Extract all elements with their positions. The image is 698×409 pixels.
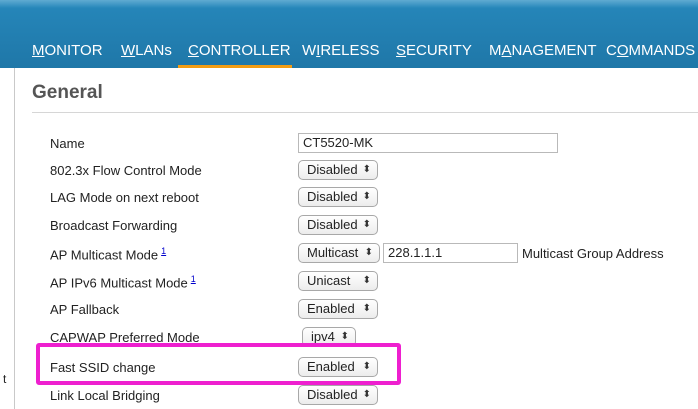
nav-wlans-accesskey: W — [121, 42, 136, 59]
multicast-group-address-label: Multicast Group Address — [522, 246, 664, 261]
nav-wireless[interactable]: WIRELESS — [302, 42, 380, 59]
title-divider — [32, 112, 698, 113]
lag-mode-select[interactable]: Disabled ⬍ — [298, 187, 378, 207]
broadcast-forwarding-value: Disabled — [307, 217, 358, 232]
nav-security-text: ECURITY — [406, 42, 472, 59]
nav-wlans-text: LANs — [135, 42, 172, 59]
select-arrows-icon: ⬍ — [362, 164, 371, 175]
nav-controller-accesskey: C — [188, 42, 199, 59]
nav-security[interactable]: SECURITY — [396, 42, 472, 59]
link-local-bridging-select[interactable]: Disabled ⬍ — [298, 385, 378, 405]
nav-wlans[interactable]: WLANs — [121, 42, 172, 59]
select-arrows-icon: ⬍ — [362, 219, 371, 230]
nav-commands[interactable]: COMMANDS — [606, 42, 695, 59]
nav-monitor-text: ONITOR — [44, 42, 103, 59]
fast-ssid-highlight-box — [36, 343, 401, 385]
nav-security-accesskey: S — [396, 42, 407, 59]
select-arrows-icon: ⬍ — [362, 275, 371, 286]
link-local-bridging-label-text: Link Local Bridging — [50, 388, 160, 403]
ap-ipv6-multicast-mode-select[interactable]: Unicast ⬍ — [298, 271, 378, 291]
ap-ipv6-multicast-mode-label: AP IPv6 Multicast Mode 1 — [50, 274, 196, 290]
footnote-link[interactable]: 1 — [191, 274, 196, 284]
broadcast-forwarding-select[interactable]: Disabled ⬍ — [298, 215, 378, 235]
nav-management[interactable]: MANAGEMENT — [489, 42, 597, 59]
top-navigation-bar: MONITOR WLANs CONTROLLER WIRELESS SECURI… — [0, 0, 698, 68]
select-arrows-icon: ⬍ — [364, 247, 373, 258]
lag-mode-label: LAG Mode on next reboot — [50, 190, 199, 205]
broadcast-forwarding-label-text: Broadcast Forwarding — [50, 218, 178, 233]
link-local-bridging-value: Disabled — [307, 387, 358, 402]
ap-fallback-label: AP Fallback — [50, 302, 119, 317]
name-label-text: Name — [50, 136, 85, 151]
flow-control-label: 802.3x Flow Control Mode — [50, 163, 202, 178]
nav-commands-text: MMANDS — [628, 42, 696, 59]
ap-multicast-mode-select[interactable]: Multicast ⬍ — [298, 243, 380, 263]
multicast-group-address-input[interactable]: 228.1.1.1 — [383, 243, 518, 263]
select-arrows-icon: ⬍ — [362, 191, 371, 202]
nav-monitor-accesskey: M — [32, 42, 45, 59]
ap-multicast-mode-label-text: AP Multicast Mode — [50, 247, 159, 263]
nav-controller[interactable]: CONTROLLER — [188, 42, 291, 59]
nav-management-text-pre: M — [489, 42, 502, 59]
ap-fallback-select[interactable]: Enabled ⬍ — [298, 299, 378, 319]
nav-wireless-text-pre: W — [302, 42, 317, 59]
page-title: General — [32, 82, 103, 103]
topbar-gloss — [0, 0, 698, 8]
lag-mode-value: Disabled — [307, 189, 358, 204]
capwap-preferred-mode-value: ipv4 — [311, 329, 335, 344]
edge-text-fragment: t — [3, 372, 7, 386]
nav-controller-text: ONTROLLER — [198, 42, 291, 59]
broadcast-forwarding-label: Broadcast Forwarding — [50, 218, 177, 233]
footnote-link[interactable]: 1 — [161, 246, 166, 256]
nav-commands-text-pre: C — [606, 42, 617, 59]
flow-control-label-text: 802.3x Flow Control Mode — [50, 163, 202, 178]
nav-management-text: NAGEMENT — [511, 42, 597, 59]
nav-monitor[interactable]: MONITOR — [32, 42, 103, 59]
flow-control-select[interactable]: Disabled ⬍ — [298, 160, 378, 180]
nav-wireless-text: RELESS — [320, 42, 380, 59]
lag-mode-label-text: LAG Mode on next reboot — [50, 190, 199, 205]
nav-management-accesskey: A — [501, 42, 512, 59]
flow-control-value: Disabled — [307, 162, 358, 177]
ap-fallback-value: Enabled — [307, 301, 355, 316]
ap-multicast-mode-label: AP Multicast Mode 1 — [50, 246, 166, 262]
ap-ipv6-multicast-mode-value: Unicast — [307, 273, 351, 288]
select-arrows-icon: ⬍ — [362, 389, 371, 400]
name-label: Name — [50, 136, 85, 151]
link-local-bridging-label: Link Local Bridging — [50, 388, 160, 403]
ap-ipv6-multicast-mode-label-text: AP IPv6 Multicast Mode — [50, 275, 188, 291]
nav-commands-accesskey: O — [616, 42, 629, 59]
name-input[interactable]: CT5520-MK — [298, 133, 558, 153]
ap-fallback-label-text: AP Fallback — [50, 302, 120, 317]
ap-multicast-mode-value: Multicast — [307, 245, 359, 260]
select-arrows-icon: ⬍ — [362, 303, 371, 314]
